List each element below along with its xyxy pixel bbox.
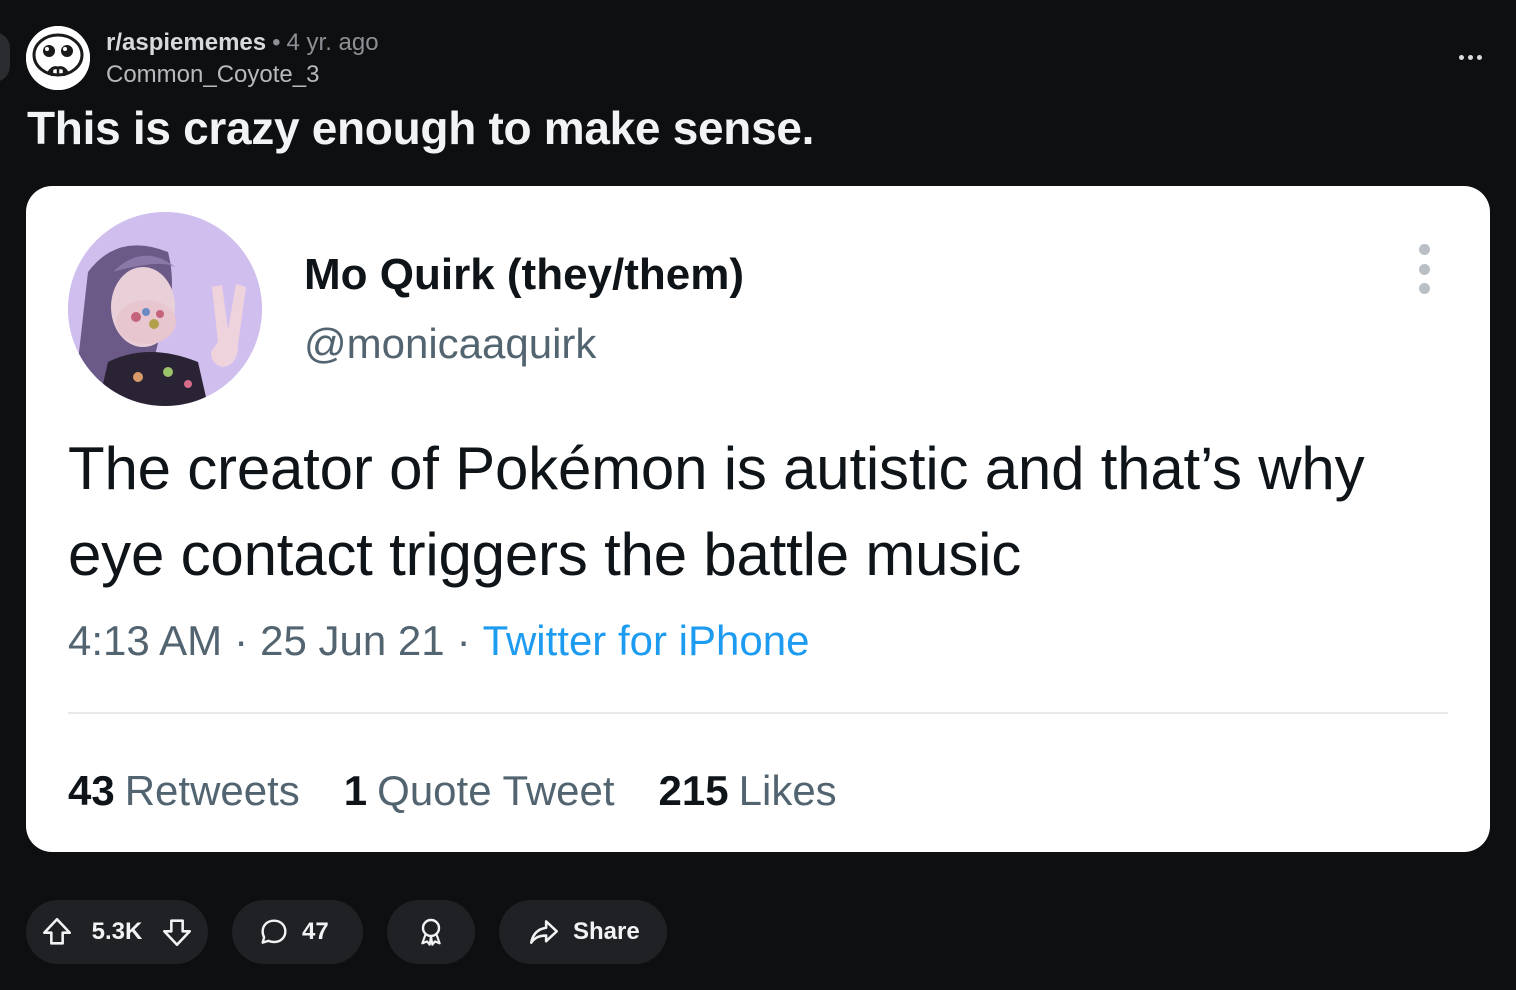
tweet-meta-sep: ·	[456, 617, 471, 664]
tweet-divider	[68, 712, 1448, 714]
tweet-time: 4:13 AM	[68, 617, 223, 664]
post-meta: r/aspiememes • 4 yr. ago	[106, 28, 379, 58]
post-title: This is crazy enough to make sense.	[27, 102, 815, 154]
stat-label: Quote Tweet	[377, 767, 615, 814]
tweet-meta: 4:13 AM · 25 Jun 21 · Twitter for iPhone	[68, 614, 809, 668]
tweet-display-name: Mo Quirk (they/them)	[304, 250, 745, 299]
share-arrow-icon	[529, 920, 559, 944]
tweet-stat-likes: 215 Likes	[659, 764, 837, 818]
profile-photo-icon	[68, 212, 262, 406]
ellipsis-icon	[1458, 54, 1464, 60]
share-label: Share	[573, 918, 640, 945]
subreddit-avatar[interactable]	[26, 26, 90, 90]
stat-count: 1	[343, 767, 368, 814]
reddit-post-view: r/aspiememes • 4 yr. ago Common_Coyote_3 T…	[0, 0, 1516, 990]
arrow-down-icon	[162, 919, 192, 947]
speech-bubble-icon	[261, 919, 287, 944]
subreddit-name[interactable]: r/aspiememes	[106, 29, 266, 56]
tweet-more-icon	[1414, 244, 1434, 294]
meta-separator: •	[272, 29, 281, 56]
post-age: 4 yr. ago	[286, 29, 379, 56]
subreddit-logo-icon	[26, 26, 90, 90]
upvote-button[interactable]	[40, 915, 74, 949]
post-more-button[interactable]	[1450, 40, 1490, 74]
tweet-text: The creator of Pokémon is autistic and t…	[68, 435, 1365, 588]
vote-control: 5.3K	[26, 900, 208, 964]
tweet-meta-sep: ·	[234, 617, 249, 664]
vote-score: 5.3K	[91, 918, 143, 945]
tweet-date: 25 Jun 21	[260, 617, 445, 664]
tweet-screenshot-image[interactable]: Mo Quirk (they/them) @monicaaquirk The c…	[26, 186, 1490, 852]
tweet-stat-quotes: 1 Quote Tweet	[344, 764, 615, 818]
tweet-stats: 43 Retweets 1 Quote Tweet 215 Likes	[68, 764, 837, 818]
award-button[interactable]	[387, 900, 475, 964]
back-handle[interactable]	[0, 32, 10, 82]
stat-label: Retweets	[124, 767, 300, 814]
tweet-handle: @monicaaquirk	[304, 320, 597, 367]
comment-count: 47	[302, 918, 329, 945]
stat-count: 215	[658, 767, 729, 814]
award-icon	[421, 918, 441, 946]
tweet-stat-retweets: 43 Retweets	[68, 764, 300, 818]
stat-label: Likes	[738, 767, 837, 814]
tweet-source: Twitter for iPhone	[482, 617, 810, 664]
downvote-button[interactable]	[160, 915, 194, 949]
stat-count: 43	[68, 767, 115, 814]
share-button[interactable]: Share	[499, 900, 667, 964]
comments-button[interactable]: 47	[232, 900, 363, 964]
tweet-author-avatar	[68, 212, 262, 406]
post-author[interactable]: Common_Coyote_3	[106, 60, 319, 90]
arrow-up-icon	[42, 917, 72, 945]
